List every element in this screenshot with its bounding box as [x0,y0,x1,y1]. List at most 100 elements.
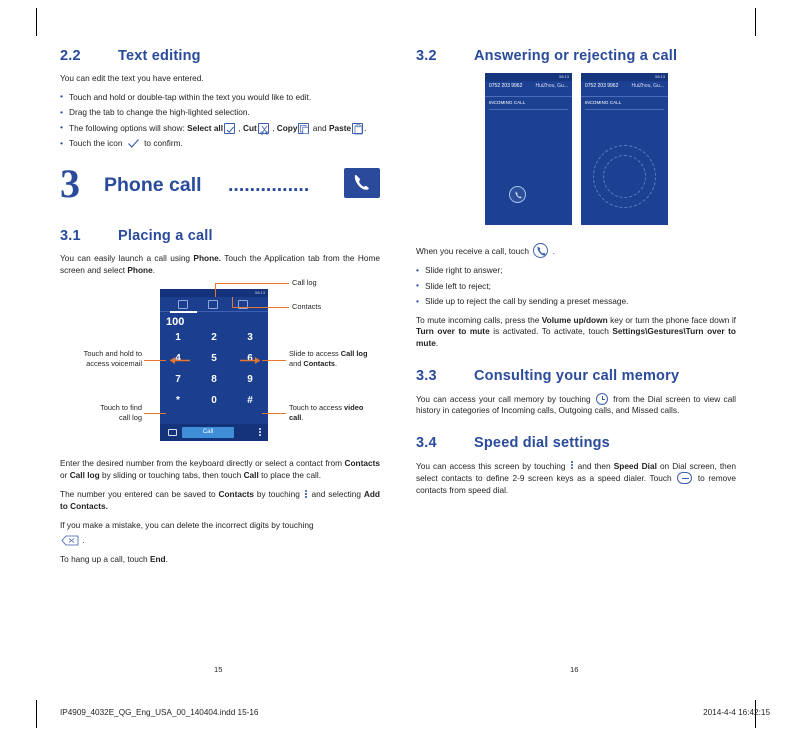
answer-call-button[interactable] [509,186,526,203]
select-all-icon [224,122,236,134]
leader-contacts-vert [232,297,233,308]
dialed-number: 100 [166,316,185,329]
answer-call-icon [533,243,549,258]
key-1[interactable]: 1 [160,332,196,343]
caller-location: HuiZhou, Gu... [535,83,568,89]
bullet-lead: The following options will show: [69,122,188,133]
sep: and [310,122,329,133]
tail: . [364,122,367,133]
heading-3-1-number: 3.1 [60,227,81,244]
copy-icon [298,122,310,134]
sep: , [269,122,277,133]
dial-keypad: 1 2 3 4 5 6 7 8 9 * 0 # [160,332,268,420]
callout-voicemail: Touch and hold to access voicemail [83,349,142,368]
footer-timestamp: 2014-4-4 16:42:15 [703,708,770,717]
phone-status-bar: 08:13 [485,73,572,81]
incoming-call-screen-1: 08:13 0752 203 9962 HuiZhou, Gu... INCOM… [485,73,572,225]
caller-header: 0752 203 9962 HuiZhou, Gu... [581,81,668,97]
footer-file-name: IP4909_4032E_QG_Eng_USA_00_140404.indd 1… [60,708,259,717]
incoming-call-figure: 08:13 0752 203 9962 HuiZhou, Gu... INCOM… [416,73,736,231]
phone-status-bar: 08:13 [160,289,268,298]
heading-3-1-title: Placing a call [118,227,213,244]
text-editing-bullets: Touch and hold or double-tap within the … [60,91,380,150]
status-time: 08:13 [254,289,265,295]
key-9[interactable]: 9 [232,374,268,385]
list-item: Slide up to reject the call by sending a… [416,296,736,308]
heading-2-2-title: Text editing [118,48,201,64]
chapter-dots: ............... [228,173,310,196]
key-hash[interactable]: # [232,395,268,406]
callout-find-call-log: Touch to find call log [100,403,142,422]
key-8[interactable]: 8 [196,374,232,385]
callout-contacts: Contacts [292,302,322,312]
call-log-clock-icon [595,392,608,405]
phone-status-bar: 08:13 [581,73,668,81]
overflow-menu-icon [570,460,574,470]
key-7[interactable]: 7 [160,374,196,385]
mute-incoming-para: To mute incoming calls, press the Volume… [416,314,736,348]
slide-arrows [170,357,260,365]
crop-mark-bottom-left [36,700,37,728]
cut-icon [257,122,269,135]
incoming-call-label: INCOMING CALL [585,100,622,105]
placing-call-intro: You can easily launch a call using Phone… [60,253,380,276]
heading-3-3-number: 3.3 [416,367,437,384]
call-button[interactable]: Call [182,427,234,439]
callout-call-log: Call log [292,278,317,288]
cut-label: Cut [242,122,257,133]
chapter-title: Phone call [104,173,202,196]
dialpad-tab-icon [208,300,218,310]
heading-3-2: 3.2 Answering or rejecting a call [416,48,736,64]
confirm-check-icon [127,138,140,149]
paste-label: Paste [328,122,352,133]
phone-bold-2: Phone [127,264,153,275]
page-number-right: 16 [570,665,579,674]
slide-ring-inner [603,155,646,198]
caller-number: 0752 203 9962 [585,83,619,89]
speed-dial-para: You can access this screen by touching a… [416,460,736,495]
overflow-menu-icon [304,488,308,498]
bullet-lead: Touch the icon [69,138,125,149]
list-item: Slide left to reject; [416,280,736,293]
call-log-tab-icon [178,300,188,310]
leader-call-log-vert [215,283,216,298]
divider [489,109,568,110]
video-call-icon[interactable] [168,429,177,437]
heading-3-3: 3.3 Consulting your call memory [416,368,736,384]
heading-2-2-number: 2.2 [60,48,81,64]
caller-header: 0752 203 9962 HuiZhou, Gu... [485,81,572,97]
key-2[interactable]: 2 [196,332,232,343]
key-0[interactable]: 0 [196,395,232,406]
list-item: Drag the tab to change the high-lighted … [60,107,380,119]
remove-contact-icon [677,472,693,485]
heading-3-4-number: 3.4 [416,434,437,451]
sep: , [236,122,243,133]
dialed-number-row: 100 [160,312,268,332]
left-page-column: 2.2 Text editing You can edit the text y… [60,48,380,572]
delete-digits-para: If you make a mistake, you can delete th… [60,519,314,530]
heading-3-4: 3.4 Speed dial settings [416,435,736,451]
key-3[interactable]: 3 [232,332,268,343]
para-text: . [152,264,156,275]
key-star[interactable]: * [160,395,196,406]
leader-voicemail [144,360,166,362]
dial-bottom-bar: Call [160,424,268,442]
para-text: You can easily launch a call using [60,252,194,263]
caller-location: HuiZhou, Gu... [631,83,664,89]
select-all-label: Select all [187,122,224,133]
phone-tab-row [160,297,268,313]
heading-2-2: 2.2 Text editing [60,48,380,64]
list-item: Touch and hold or double-tap within the … [60,91,380,104]
leader-findcall [144,413,166,415]
callout-video-call: Touch to access video call. [289,403,364,422]
call-memory-para: You can access your call memory by touch… [416,392,736,416]
chapter-number: 3 [60,160,80,206]
crop-mark-top-left [36,8,37,36]
hang-up-para: To hang up a call, touch End. [60,553,168,564]
overflow-menu-icon[interactable] [259,428,261,437]
heading-3-2-number: 3.2 [416,48,437,64]
status-time: 08:13 [654,73,665,79]
list-item: Slide right to answer; [416,265,736,277]
delete-icon-line: . [60,535,380,547]
incoming-call-screen-2: 08:13 0752 203 9962 HuiZhou, Gu... INCOM… [581,73,668,225]
